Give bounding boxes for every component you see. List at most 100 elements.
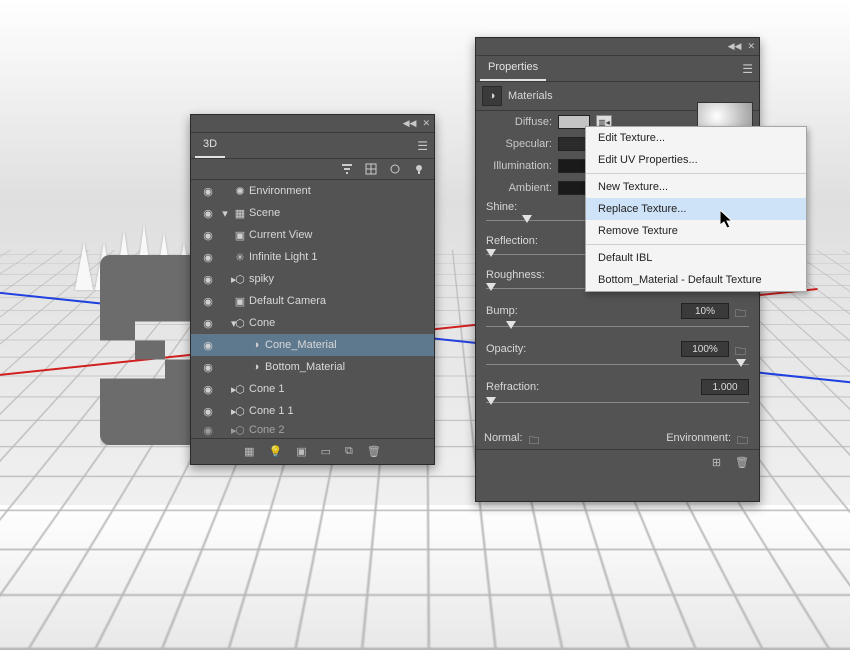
- menu-edit-texture[interactable]: Edit Texture...: [586, 127, 806, 149]
- properties-bottombar: ⊞ 🗑: [476, 449, 759, 475]
- visibility-icon[interactable]: ◉: [197, 339, 219, 352]
- tree-item-cone-1[interactable]: ◉ ▸ ⬡ Cone 1: [191, 378, 434, 400]
- menu-replace-texture[interactable]: Replace Texture...: [586, 198, 806, 220]
- folder-icon[interactable]: 🗀: [735, 343, 749, 355]
- tree-item-cone[interactable]: ◉ ▾ ⬡ Cone: [191, 312, 434, 334]
- visibility-icon[interactable]: ◉: [197, 207, 219, 220]
- camera-icon: ▣: [231, 229, 249, 242]
- mesh-icon: ⬡: [231, 405, 249, 418]
- tree-item-current-view[interactable]: ◉ ▣ Current View: [191, 224, 434, 246]
- new-icon[interactable]: ⊞: [712, 456, 721, 469]
- tab-properties[interactable]: Properties: [480, 56, 546, 81]
- tree-item-scene[interactable]: ◉ ▾ ▦ Scene: [191, 202, 434, 224]
- bump-slider[interactable]: [486, 321, 749, 333]
- new-camera-icon[interactable]: ▣: [296, 445, 306, 458]
- panel-head[interactable]: ◀◀ ✕: [191, 115, 434, 133]
- refraction-slider[interactable]: [486, 397, 749, 409]
- menu-separator: [586, 173, 806, 174]
- panel-menu-icon[interactable]: ☰: [415, 137, 430, 155]
- tree-label: spiky: [249, 273, 274, 285]
- tree-label: Environment: [249, 185, 311, 197]
- visibility-icon[interactable]: ◉: [197, 295, 219, 308]
- tab-3d[interactable]: 3D: [195, 133, 225, 158]
- mesh-icon: ⬡: [231, 424, 249, 437]
- render-icon[interactable]: ▭: [321, 445, 331, 458]
- prop-label: Refraction:: [486, 381, 539, 393]
- bump-value[interactable]: 10%: [681, 303, 729, 319]
- menu-new-texture[interactable]: New Texture...: [586, 176, 806, 198]
- tree-item-bottom-material[interactable]: ◉ ◑ Bottom_Material: [191, 356, 434, 378]
- tree-label: Infinite Light 1: [249, 251, 318, 263]
- visibility-icon[interactable]: ◉: [197, 383, 219, 396]
- trash-icon[interactable]: 🗑: [735, 456, 749, 469]
- filter-icon[interactable]: [340, 162, 354, 176]
- mesh-icon: ⬡: [231, 317, 249, 330]
- tree-item-cone-2[interactable]: ◉ ▸ ⬡ Cone 2: [191, 422, 434, 438]
- close-icon[interactable]: ✕: [747, 41, 755, 52]
- visibility-icon[interactable]: ◉: [197, 405, 219, 418]
- prop-normal-env: Normal: 🗀 Environment: 🗀: [476, 427, 759, 449]
- panel-head[interactable]: ◀◀ ✕: [476, 38, 759, 56]
- visibility-icon[interactable]: ◉: [197, 273, 219, 286]
- tree-item-infinite-light[interactable]: ◉ ✳ Infinite Light 1: [191, 246, 434, 268]
- visibility-icon[interactable]: ◉: [197, 185, 219, 198]
- panel-menu-icon[interactable]: ☰: [740, 60, 755, 78]
- tree-label: Scene: [249, 207, 280, 219]
- menu-separator: [586, 244, 806, 245]
- menu-default-ibl[interactable]: Default IBL: [586, 247, 806, 269]
- folder-icon[interactable]: 🗀: [735, 305, 749, 317]
- tree-label: Current View: [249, 229, 312, 241]
- scene-icon: ▦: [231, 207, 249, 220]
- environment-folder-icon[interactable]: 🗀: [737, 432, 751, 444]
- material-icon[interactable]: [388, 162, 402, 176]
- visibility-icon[interactable]: ◉: [197, 424, 219, 437]
- prop-label: Reflection:: [486, 235, 538, 247]
- menu-edit-uv[interactable]: Edit UV Properties...: [586, 149, 806, 171]
- prop-label: Bump:: [486, 305, 518, 317]
- section-label: Materials: [508, 90, 553, 102]
- prop-opacity: Opacity: 100% 🗀: [476, 339, 759, 377]
- menu-bottom-default[interactable]: Bottom_Material - Default Texture: [586, 269, 806, 291]
- prop-label: Specular:: [484, 138, 552, 150]
- prop-label: Shine:: [486, 201, 517, 213]
- tree-label: Cone 1 1: [249, 405, 294, 417]
- panel-3d[interactable]: ◀◀ ✕ 3D ☰ ◉ ✺ Environment ◉ ▾ ▦ Scene ◉ …: [190, 114, 435, 465]
- duplicate-icon[interactable]: ⧉: [345, 445, 353, 458]
- tree-label: Bottom_Material: [265, 361, 345, 373]
- visibility-icon[interactable]: ◉: [197, 251, 219, 264]
- material-icon: ◑: [247, 361, 265, 373]
- close-icon[interactable]: ✕: [422, 118, 430, 129]
- new-mesh-icon[interactable]: ▦: [244, 445, 254, 458]
- prop-label: Ambient:: [484, 182, 552, 194]
- prop-bump: Bump: 10% 🗀: [476, 301, 759, 339]
- tree-item-cone-1-1[interactable]: ◉ ▸ ⬡ Cone 1 1: [191, 400, 434, 422]
- panel-3d-toolbar: [191, 159, 434, 180]
- collapse-icon[interactable]: ◀◀: [728, 41, 742, 52]
- tree-item-default-camera[interactable]: ◉ ▣ Default Camera: [191, 290, 434, 312]
- refraction-value[interactable]: 1.000: [701, 379, 749, 395]
- opacity-slider[interactable]: [486, 359, 749, 371]
- tree-item-environment[interactable]: ◉ ✺ Environment: [191, 180, 434, 202]
- tree-item-spiky[interactable]: ◉ ▸ ⬡ spiky: [191, 268, 434, 290]
- new-light-icon[interactable]: 💡: [269, 445, 283, 458]
- light-icon: ✳: [231, 251, 249, 264]
- opacity-value[interactable]: 100%: [681, 341, 729, 357]
- globe-icon: ✺: [231, 185, 249, 198]
- prop-refraction: Refraction: 1.000: [476, 377, 759, 415]
- menu-remove-texture[interactable]: Remove Texture: [586, 220, 806, 242]
- visibility-icon[interactable]: ◉: [197, 229, 219, 242]
- light-icon[interactable]: [412, 162, 426, 176]
- prop-label: Roughness:: [486, 269, 545, 281]
- texture-context-menu[interactable]: Edit Texture... Edit UV Properties... Ne…: [585, 126, 807, 292]
- prop-label: Illumination:: [484, 160, 552, 172]
- prop-label: Diffuse:: [484, 116, 552, 128]
- trash-icon[interactable]: 🗑: [367, 445, 381, 458]
- tree-item-cone-material[interactable]: ◉ ◑ Cone_Material: [191, 334, 434, 356]
- mesh-icon[interactable]: [364, 162, 378, 176]
- visibility-icon[interactable]: ◉: [197, 317, 219, 330]
- prop-label: Environment:: [666, 432, 731, 444]
- visibility-icon[interactable]: ◉: [197, 361, 219, 374]
- material-section-icon: ◑: [482, 86, 502, 106]
- normal-folder-icon[interactable]: 🗀: [529, 432, 543, 444]
- collapse-icon[interactable]: ◀◀: [403, 118, 417, 129]
